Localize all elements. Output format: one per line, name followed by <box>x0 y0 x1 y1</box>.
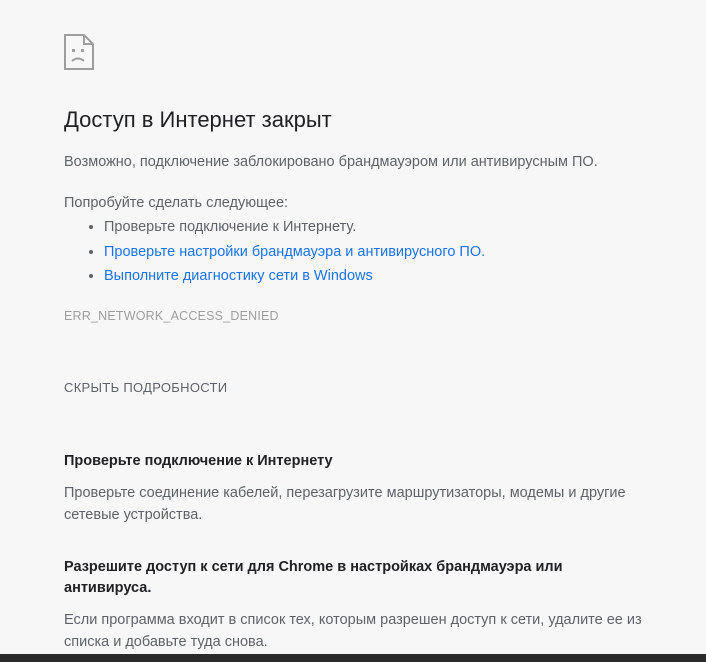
suggestion-item: Проверьте подключение к Интернету. <box>104 215 642 240</box>
detail-heading: Проверьте подключение к Интернету <box>64 451 642 472</box>
firewall-settings-link[interactable]: Проверьте настройки брандмауэра и антиви… <box>104 244 485 260</box>
suggestion-item: Проверьте настройки брандмауэра и антиви… <box>104 240 642 265</box>
page-title: Доступ в Интернет закрыт <box>64 106 642 135</box>
error-page: Доступ в Интернет закрыт Возможно, подкл… <box>0 0 706 654</box>
bottom-bar <box>0 654 706 662</box>
network-diagnostics-link[interactable]: Выполните диагностику сети в Windows <box>104 268 373 284</box>
hide-details-button[interactable]: СКРЫТЬ ПОДРОБНОСТИ <box>64 380 227 395</box>
page-subtitle: Возможно, подключение заблокировано бран… <box>64 151 642 173</box>
suggestion-text: Проверьте подключение к Интернету. <box>104 219 356 235</box>
detail-body: Проверьте соединение кабелей, перезагруз… <box>64 482 642 527</box>
suggestion-item: Выполните диагностику сети в Windows <box>104 264 642 289</box>
detail-block: Проверьте подключение к Интернету Провер… <box>64 451 642 527</box>
suggestion-list: Проверьте подключение к Интернету. Прове… <box>64 215 642 289</box>
error-code: ERR_NETWORK_ACCESS_DENIED <box>64 309 642 323</box>
sad-document-icon <box>64 34 642 70</box>
detail-block: Разрешите доступ к сети для Chrome в нас… <box>64 557 642 654</box>
try-label: Попробуйте сделать следующее: <box>64 195 642 211</box>
detail-body: Если программа входит в список тех, кото… <box>64 609 642 654</box>
detail-heading: Разрешите доступ к сети для Chrome в нас… <box>64 557 642 599</box>
